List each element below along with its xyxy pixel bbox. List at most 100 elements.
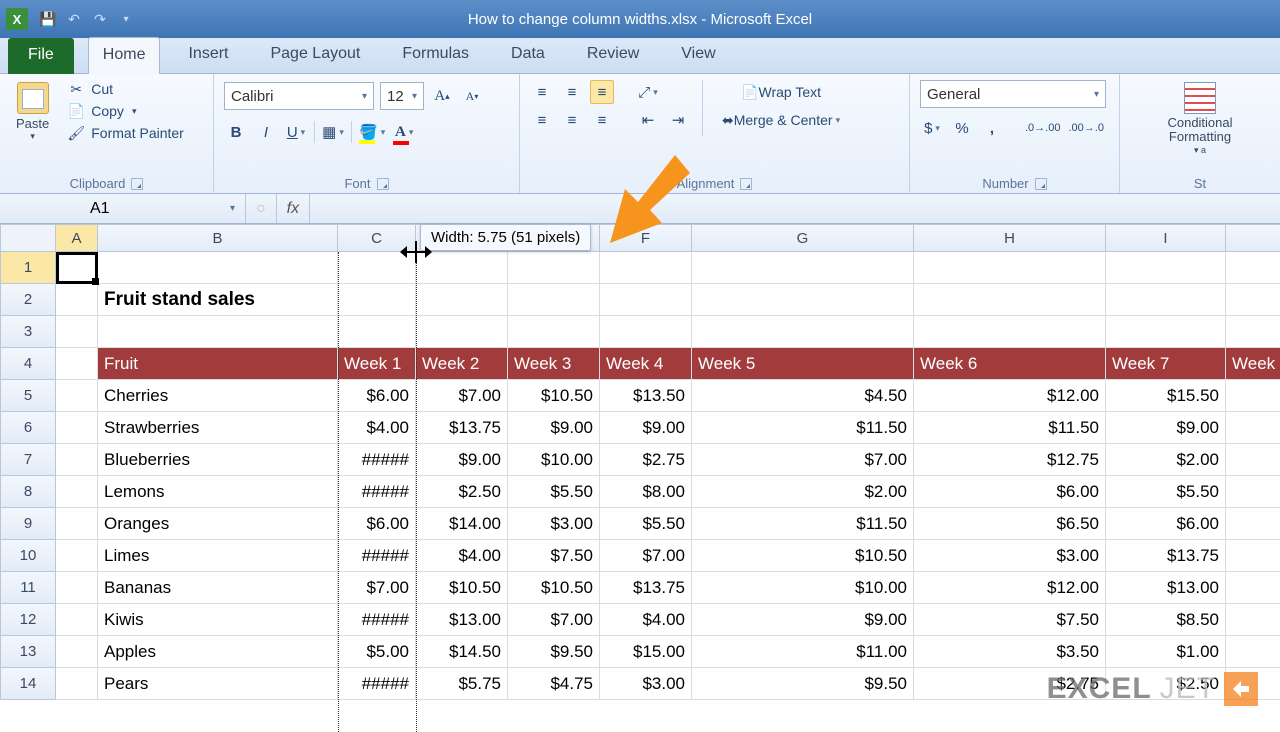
align-center-button[interactable]: ≡ (560, 108, 584, 132)
cell[interactable]: $7.00 (600, 540, 692, 572)
copy-button[interactable]: 📄Copy▾ (65, 102, 186, 120)
font-size-combo[interactable]: 12▾ (380, 82, 424, 110)
cell[interactable]: $11.50 (692, 412, 914, 444)
column-header[interactable]: I (1106, 224, 1226, 252)
cell[interactable]: $14.50 (416, 636, 508, 668)
cell[interactable]: ##### (338, 476, 416, 508)
cell[interactable]: $10.00 (692, 572, 914, 604)
align-middle-button[interactable]: ≡ (560, 80, 584, 104)
cell[interactable]: Week 1 (338, 348, 416, 380)
tab-review[interactable]: Review (573, 37, 653, 73)
tab-page-layout[interactable]: Page Layout (256, 37, 374, 73)
cell[interactable]: $11.00 (692, 636, 914, 668)
tab-data[interactable]: Data (497, 37, 559, 73)
cell[interactable]: $5.50 (1106, 476, 1226, 508)
cell[interactable]: $9.50 (692, 668, 914, 700)
cell[interactable]: $9.00 (692, 604, 914, 636)
cell[interactable] (56, 348, 98, 380)
cell[interactable]: $5.50 (508, 476, 600, 508)
cell[interactable]: $15.00 (600, 636, 692, 668)
cell[interactable]: $13.75 (600, 572, 692, 604)
cell[interactable] (416, 284, 508, 316)
cell[interactable] (508, 316, 600, 348)
column-header[interactable]: A (56, 224, 98, 252)
cell[interactable]: $3.00 (914, 540, 1106, 572)
font-color-button[interactable]: A (392, 120, 416, 144)
cell[interactable] (1226, 380, 1280, 412)
cell[interactable]: Week (1226, 348, 1280, 380)
cell[interactable]: $7.00 (338, 572, 416, 604)
cell[interactable]: $2.50 (416, 476, 508, 508)
row-header[interactable]: 1 (0, 252, 56, 284)
italic-button[interactable]: I (254, 120, 278, 144)
cell[interactable] (1226, 412, 1280, 444)
cell[interactable]: $13.75 (416, 412, 508, 444)
save-icon[interactable]: 💾 (38, 9, 58, 29)
align-left-button[interactable]: ≡ (530, 108, 554, 132)
cell[interactable]: Week 4 (600, 348, 692, 380)
align-bottom-button[interactable]: ≡ (590, 80, 614, 104)
cell[interactable] (56, 572, 98, 604)
row-header[interactable]: 11 (0, 572, 56, 604)
cell[interactable]: Week 2 (416, 348, 508, 380)
cell[interactable]: $2.00 (1106, 444, 1226, 476)
cell[interactable] (56, 604, 98, 636)
cell[interactable]: $10.50 (692, 540, 914, 572)
cell[interactable] (914, 316, 1106, 348)
cell[interactable]: $12.00 (914, 380, 1106, 412)
cell[interactable]: $7.00 (416, 380, 508, 412)
border-button[interactable]: ▦ (321, 120, 345, 144)
column-header[interactable]: G (692, 224, 914, 252)
tab-insert[interactable]: Insert (174, 37, 242, 73)
align-right-button[interactable]: ≡ (590, 108, 614, 132)
cell[interactable] (56, 412, 98, 444)
cell[interactable] (600, 316, 692, 348)
cell[interactable]: Fruit (98, 348, 338, 380)
cell[interactable]: $6.00 (1106, 508, 1226, 540)
cell[interactable] (98, 252, 338, 284)
cell[interactable]: $4.50 (692, 380, 914, 412)
cell[interactable]: ##### (338, 444, 416, 476)
row-header[interactable]: 7 (0, 444, 56, 476)
cancel-icon[interactable]: ○ (256, 200, 266, 218)
tab-home[interactable]: Home (88, 37, 161, 74)
cell[interactable]: $9.50 (508, 636, 600, 668)
increase-decimal-button[interactable]: .0→.00 (1024, 116, 1061, 140)
cell[interactable] (692, 252, 914, 284)
alignment-launcher[interactable] (740, 178, 752, 190)
cell[interactable] (98, 316, 338, 348)
cell[interactable]: $9.00 (1106, 412, 1226, 444)
cell[interactable] (1226, 572, 1280, 604)
cell[interactable] (914, 252, 1106, 284)
row-header[interactable]: 3 (0, 316, 56, 348)
shrink-font-button[interactable]: A▾ (460, 84, 484, 108)
fill-color-button[interactable]: 🪣 (358, 120, 386, 144)
cell[interactable]: Blueberries (98, 444, 338, 476)
font-launcher[interactable] (377, 178, 389, 190)
cell[interactable]: $2.75 (600, 444, 692, 476)
cell[interactable]: $9.00 (600, 412, 692, 444)
increase-indent-button[interactable]: ⇥ (666, 108, 690, 132)
cell[interactable] (338, 316, 416, 348)
cell[interactable] (1226, 476, 1280, 508)
cell[interactable]: $4.00 (416, 540, 508, 572)
row-header[interactable]: 4 (0, 348, 56, 380)
column-header[interactable]: B (98, 224, 338, 252)
cell[interactable]: $13.00 (1106, 572, 1226, 604)
cell[interactable] (56, 380, 98, 412)
cell[interactable] (1106, 284, 1226, 316)
cell[interactable]: Cherries (98, 380, 338, 412)
cell[interactable]: $7.00 (508, 604, 600, 636)
cell[interactable] (338, 284, 416, 316)
cell[interactable]: $5.00 (338, 636, 416, 668)
cell[interactable]: Pears (98, 668, 338, 700)
number-format-combo[interactable]: General▾ (920, 80, 1106, 108)
cell[interactable]: $10.50 (416, 572, 508, 604)
cell[interactable]: ##### (338, 604, 416, 636)
cell[interactable]: Lemons (98, 476, 338, 508)
align-top-button[interactable]: ≡ (530, 80, 554, 104)
cell[interactable]: $6.00 (338, 508, 416, 540)
accounting-format-button[interactable]: $ (920, 116, 944, 140)
row-header[interactable]: 12 (0, 604, 56, 636)
cell[interactable] (56, 444, 98, 476)
